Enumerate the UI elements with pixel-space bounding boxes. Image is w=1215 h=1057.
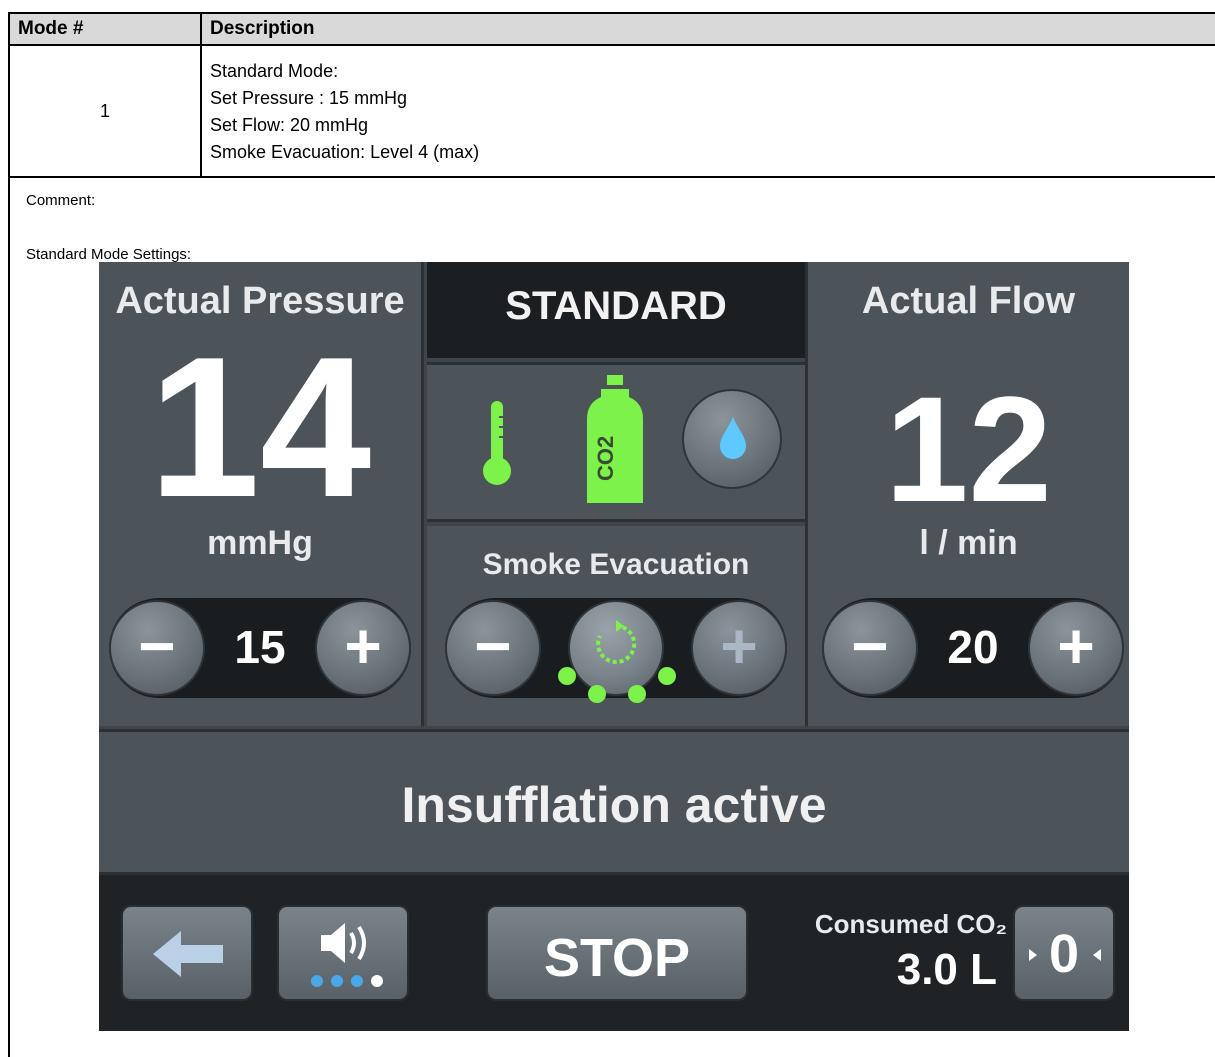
settings-label: Standard Mode Settings:: [26, 246, 192, 263]
arrow-left-icon: [1093, 949, 1101, 961]
status-bar: Insufflation active: [99, 729, 1129, 875]
comment-label: Comment:: [26, 192, 96, 209]
plus-icon: +: [720, 610, 758, 682]
description-cell: Standard Mode: Set Pressure : 15 mmHg Se…: [210, 58, 479, 166]
plus-icon: +: [344, 610, 382, 682]
table-header-row: Mode # Description: [10, 14, 1215, 46]
bottom-bar: STOP Consumed CO₂ 3.0 L 0: [99, 875, 1129, 1031]
volume-level-dot: [351, 975, 363, 987]
minus-icon: −: [138, 610, 176, 682]
stop-label: STOP: [543, 928, 691, 988]
water-drop-icon: [720, 417, 746, 459]
reset-label: 0: [1048, 924, 1080, 984]
smoke-level-indicator: [558, 667, 676, 703]
volume-button[interactable]: [277, 905, 409, 1001]
header-description: Description: [210, 18, 315, 39]
smoke-evacuation-control: − +: [445, 598, 787, 703]
volume-level-dot: [371, 975, 383, 987]
flow-setpoint-control: − 20 +: [822, 598, 1124, 698]
pressure-setpoint-control: − 15 +: [109, 598, 411, 698]
description-line: Smoke Evacuation: Level 4 (max): [210, 142, 480, 162]
back-button[interactable]: [121, 905, 253, 1001]
smoke-decrease-button[interactable]: −: [445, 600, 541, 696]
description-line: Set Pressure : 15 mmHg: [210, 88, 408, 108]
pressure-decrease-button[interactable]: −: [109, 600, 205, 696]
minus-icon: −: [851, 610, 889, 682]
humidifier-button[interactable]: [682, 389, 782, 489]
smoke-evacuation-panel: Smoke Evacuation − +: [427, 526, 805, 726]
smoke-level-dot: [628, 685, 646, 703]
flow-unit: l / min: [919, 524, 1018, 562]
table-row: 1 Standard Mode: Set Pressure : 15 mmHg …: [10, 46, 1215, 178]
speaker-icon: [321, 923, 366, 963]
insufflator-screen: Actual Pressure 14 mmHg − 15 + STANDARD: [99, 262, 1129, 1031]
description-line: Standard Mode:: [210, 61, 339, 81]
status-icons-panel: CO2: [427, 362, 805, 522]
flow-label: Actual Flow: [861, 280, 1076, 322]
smoke-increase-button[interactable]: +: [691, 600, 787, 696]
smoke-level-dot: [588, 685, 606, 703]
document-page: Mode # Description 1 Standard Mode: Set …: [0, 0, 1215, 1057]
pressure-unit: mmHg: [207, 524, 313, 562]
minus-icon: −: [474, 610, 512, 682]
reset-counter-button[interactable]: 0: [1013, 905, 1115, 1001]
status-text: Insufflation active: [401, 777, 827, 833]
flow-decrease-button[interactable]: −: [822, 600, 918, 696]
stop-button[interactable]: STOP: [486, 905, 748, 1001]
volume-level-dot: [331, 975, 343, 987]
flow-panel: Actual Flow 12 l / min − 20 +: [805, 262, 1129, 726]
pressure-increase-button[interactable]: +: [315, 600, 411, 696]
flow-increase-button[interactable]: +: [1028, 600, 1124, 696]
header-mode-number: Mode #: [10, 14, 202, 44]
plus-icon: +: [1057, 610, 1095, 682]
smoke-evacuation-label: Smoke Evacuation: [482, 548, 750, 581]
pressure-setpoint: 15: [234, 621, 286, 673]
smoke-level-dot: [558, 667, 576, 685]
mode-number-cell: 1: [10, 46, 202, 176]
back-arrow-icon: [153, 931, 223, 977]
consumed-co2-value: 3.0 L: [896, 945, 997, 994]
consumed-co2-label: Consumed CO₂: [814, 909, 1007, 939]
volume-level-indicator: [311, 975, 383, 987]
mode-title-panel: STANDARD: [427, 262, 805, 358]
pressure-panel: Actual Pressure 14 mmHg − 15 +: [99, 262, 424, 726]
description-line: Set Flow: 20 mmHg: [210, 115, 369, 135]
pressure-value: 14: [148, 316, 372, 539]
volume-level-dot: [311, 975, 323, 987]
flow-setpoint: 20: [947, 621, 999, 673]
smoke-cycle-icon: [596, 620, 637, 664]
thermometer-icon: [483, 401, 511, 485]
mode-title: STANDARD: [505, 284, 727, 328]
flow-value: 12: [885, 365, 1052, 533]
smoke-level-dot: [658, 667, 676, 685]
co2-bottle-text: CO2: [593, 435, 618, 481]
